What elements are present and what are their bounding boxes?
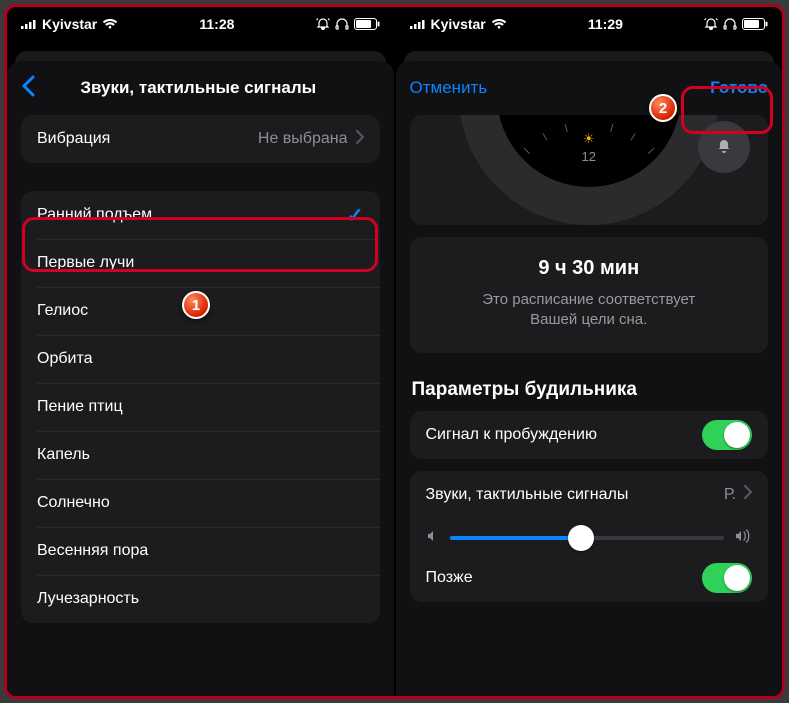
sound-label: Весенняя пора (37, 542, 148, 560)
alarm-icon (704, 18, 718, 30)
annotation-badge-2: 2 (649, 94, 677, 122)
sound-label: Лучезарность (37, 590, 139, 608)
headphones-icon (723, 18, 737, 30)
sound-option[interactable]: Ранний подъем ✓ (21, 191, 380, 239)
volume-low-icon (426, 529, 440, 548)
duration-subtitle-2: Вашей цели сна. (426, 310, 753, 330)
sound-label: Солнечно (37, 494, 110, 512)
sounds-haptics-row[interactable]: Звуки, тактильные сигналы Р. (410, 471, 769, 519)
nav-bar: Звуки, тактильные сигналы (7, 61, 394, 115)
snooze-label: Позже (426, 569, 473, 587)
sounds-haptics-value: Р. (724, 486, 736, 504)
chevron-right-icon (356, 130, 364, 149)
done-button[interactable]: Готово (710, 78, 768, 98)
cancel-button[interactable]: Отменить (410, 78, 488, 98)
snooze-toggle[interactable] (702, 563, 752, 593)
wake-handle[interactable] (698, 121, 750, 173)
sound-option[interactable]: Орбита (21, 335, 380, 383)
cellular-icon (21, 19, 37, 29)
vibration-row[interactable]: Вибрация Не выбрана (21, 115, 380, 163)
sound-label: Капель (37, 446, 90, 464)
carrier-label: Kyivstar (431, 16, 486, 32)
sound-label: Орбита (37, 350, 93, 368)
sound-label: Гелиос (37, 302, 88, 320)
wifi-icon (102, 18, 118, 30)
wake-alarm-group: Сигнал к пробуждению (410, 411, 769, 459)
dial-center: ☀ 12 (582, 131, 596, 164)
screen-schedule-edit: Kyivstar 11:29 Отменить Готово (394, 7, 783, 696)
sound-option[interactable]: Солнечно (21, 479, 380, 527)
volume-slider[interactable] (450, 536, 725, 540)
vibration-group: Вибрация Не выбрана (21, 115, 380, 163)
dial-number: 12 (582, 149, 596, 164)
battery-icon (742, 18, 768, 30)
status-bar: Kyivstar 11:29 (396, 7, 783, 41)
annotation-badge-1: 1 (182, 291, 210, 319)
alarm-options-header: Параметры будильника (396, 373, 783, 411)
alarm-settings-group: Звуки, тактильные сигналы Р. Позже (410, 471, 769, 602)
sleep-dial[interactable]: ☀ 12 (410, 115, 769, 225)
sound-option[interactable]: Первые лучи (21, 239, 380, 287)
sound-label: Первые лучи (37, 254, 134, 272)
bell-icon (715, 138, 733, 156)
screen-sounds-haptics: Kyivstar 11:28 Звуки, тактильные сигналы… (7, 7, 394, 696)
checkmark-icon: ✓ (347, 203, 364, 228)
duration-card: 9 ч 30 мин Это расписание соответствует … (410, 237, 769, 353)
duration-value: 9 ч 30 мин (426, 257, 753, 280)
volume-row (410, 519, 769, 554)
vibration-label: Вибрация (37, 130, 110, 148)
wake-alarm-toggle[interactable] (702, 420, 752, 450)
status-bar: Kyivstar 11:28 (7, 7, 394, 41)
sound-label: Пение птиц (37, 398, 123, 416)
headphones-icon (335, 18, 349, 30)
duration-subtitle-1: Это расписание соответствует (426, 290, 753, 310)
wake-alarm-row[interactable]: Сигнал к пробуждению (410, 411, 769, 459)
vibration-value: Не выбрана (258, 130, 348, 148)
wifi-icon (491, 18, 507, 30)
sounds-haptics-label: Звуки, тактильные сигналы (426, 486, 629, 504)
cellular-icon (410, 19, 426, 29)
sound-label: Ранний подъем (37, 206, 152, 224)
alarm-icon (316, 18, 330, 30)
sun-icon: ☀ (582, 131, 596, 147)
sound-option[interactable]: Пение птиц (21, 383, 380, 431)
snooze-row[interactable]: Позже (410, 554, 769, 602)
chevron-right-icon (744, 485, 752, 504)
clock-label: 11:29 (507, 16, 704, 32)
nav-bar: Отменить Готово (396, 61, 783, 115)
slider-thumb[interactable] (568, 525, 594, 551)
sound-option[interactable]: Весенняя пора (21, 527, 380, 575)
page-title: Звуки, тактильные сигналы (17, 78, 380, 98)
sound-option[interactable]: Лучезарность (21, 575, 380, 623)
sound-option[interactable]: Капель (21, 431, 380, 479)
battery-icon (354, 18, 380, 30)
carrier-label: Kyivstar (42, 16, 97, 32)
volume-high-icon (734, 529, 752, 548)
clock-label: 11:28 (118, 16, 315, 32)
wake-alarm-label: Сигнал к пробуждению (426, 426, 597, 444)
sounds-list: Ранний подъем ✓ Первые лучи Гелиос Орбит… (21, 191, 380, 623)
